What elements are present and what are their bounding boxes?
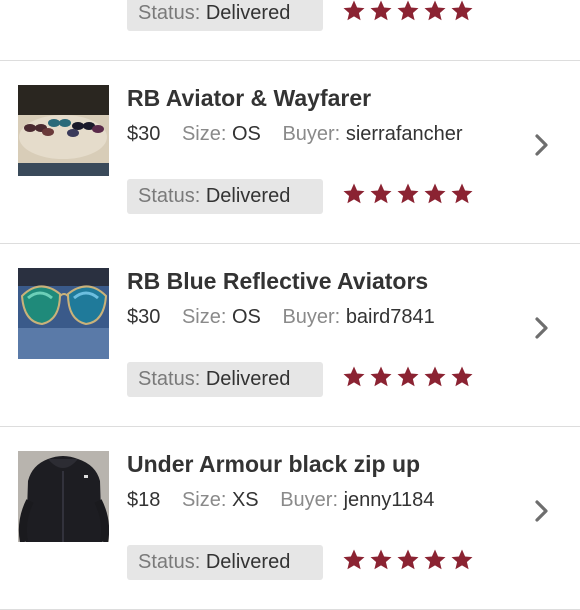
status-label: Status: [138, 185, 201, 207]
status-value: Delivered [205, 2, 291, 24]
list-item[interactable]: RB Blue Reflective Aviators $30 Size: OS… [0, 244, 580, 427]
star-icon [397, 549, 419, 570]
status-badge: Status: Delivered [127, 0, 323, 31]
item-meta: $18 Size: XS Buyer: jenny1184 [127, 489, 434, 512]
status-label: Status: [138, 551, 201, 573]
status-label: Status: [138, 368, 201, 390]
star-icon [424, 183, 446, 204]
chevron-right-icon[interactable] [532, 497, 552, 525]
list-item[interactable]: Status: Delivered [0, 0, 580, 61]
status-label: Status: [138, 2, 201, 24]
status-value: Delivered [205, 551, 291, 573]
item-buyer: sierrafancher [345, 123, 463, 145]
status-badge: Status: Delivered [127, 545, 323, 580]
star-icon [397, 0, 419, 21]
status-value: Delivered [205, 185, 291, 207]
star-icon [370, 549, 392, 570]
item-price: $18 [127, 489, 161, 511]
aviators-thumbnail [18, 268, 109, 359]
status-badge: Status: Delivered [127, 362, 323, 397]
buyer-label: Buyer: [282, 123, 341, 145]
star-icon [343, 549, 365, 570]
star-icon [451, 366, 473, 387]
star-icon [397, 183, 419, 204]
status-badge: Status: Delivered [127, 179, 323, 214]
star-icon [451, 549, 473, 570]
item-meta: $30 Size: OS Buyer: baird7841 [127, 306, 435, 329]
star-icon [397, 366, 419, 387]
item-price: $30 [127, 306, 161, 328]
item-buyer: baird7841 [345, 306, 435, 328]
item-price: $30 [127, 123, 161, 145]
status-value: Delivered [205, 368, 291, 390]
star-icon [370, 0, 392, 21]
star-icon [343, 0, 365, 21]
star-icon [343, 366, 365, 387]
star-icon [451, 0, 473, 21]
rating-stars [342, 548, 474, 572]
item-size: XS [231, 489, 259, 511]
star-icon [370, 183, 392, 204]
star-icon [424, 0, 446, 21]
star-icon [424, 549, 446, 570]
star-icon [451, 183, 473, 204]
item-meta: $30 Size: OS Buyer: sierrafancher [127, 123, 463, 146]
size-label: Size: [181, 489, 227, 511]
rating-stars [342, 182, 474, 206]
buyer-label: Buyer: [282, 306, 341, 328]
list-item[interactable]: Under Armour black zip up $18 Size: XS B… [0, 427, 580, 610]
item-buyer: jenny1184 [343, 489, 435, 511]
size-label: Size: [181, 123, 227, 145]
star-icon [343, 183, 365, 204]
item-size: OS [231, 123, 261, 145]
buyer-label: Buyer: [280, 489, 339, 511]
chevron-right-icon[interactable] [532, 131, 552, 159]
star-icon [370, 366, 392, 387]
chevron-right-icon[interactable] [532, 314, 552, 342]
hoodie-thumbnail [18, 451, 109, 542]
item-title: RB Aviator & Wayfarer [127, 85, 372, 111]
rating-stars [342, 0, 474, 23]
rating-stars [342, 365, 474, 389]
item-size: OS [231, 306, 261, 328]
item-title: RB Blue Reflective Aviators [127, 268, 429, 294]
sunglasses-thumbnail [18, 85, 109, 176]
item-title: Under Armour black zip up [127, 451, 421, 477]
list-item[interactable]: RB Aviator & Wayfarer $30 Size: OS Buyer… [0, 61, 580, 244]
star-icon [424, 366, 446, 387]
size-label: Size: [181, 306, 227, 328]
